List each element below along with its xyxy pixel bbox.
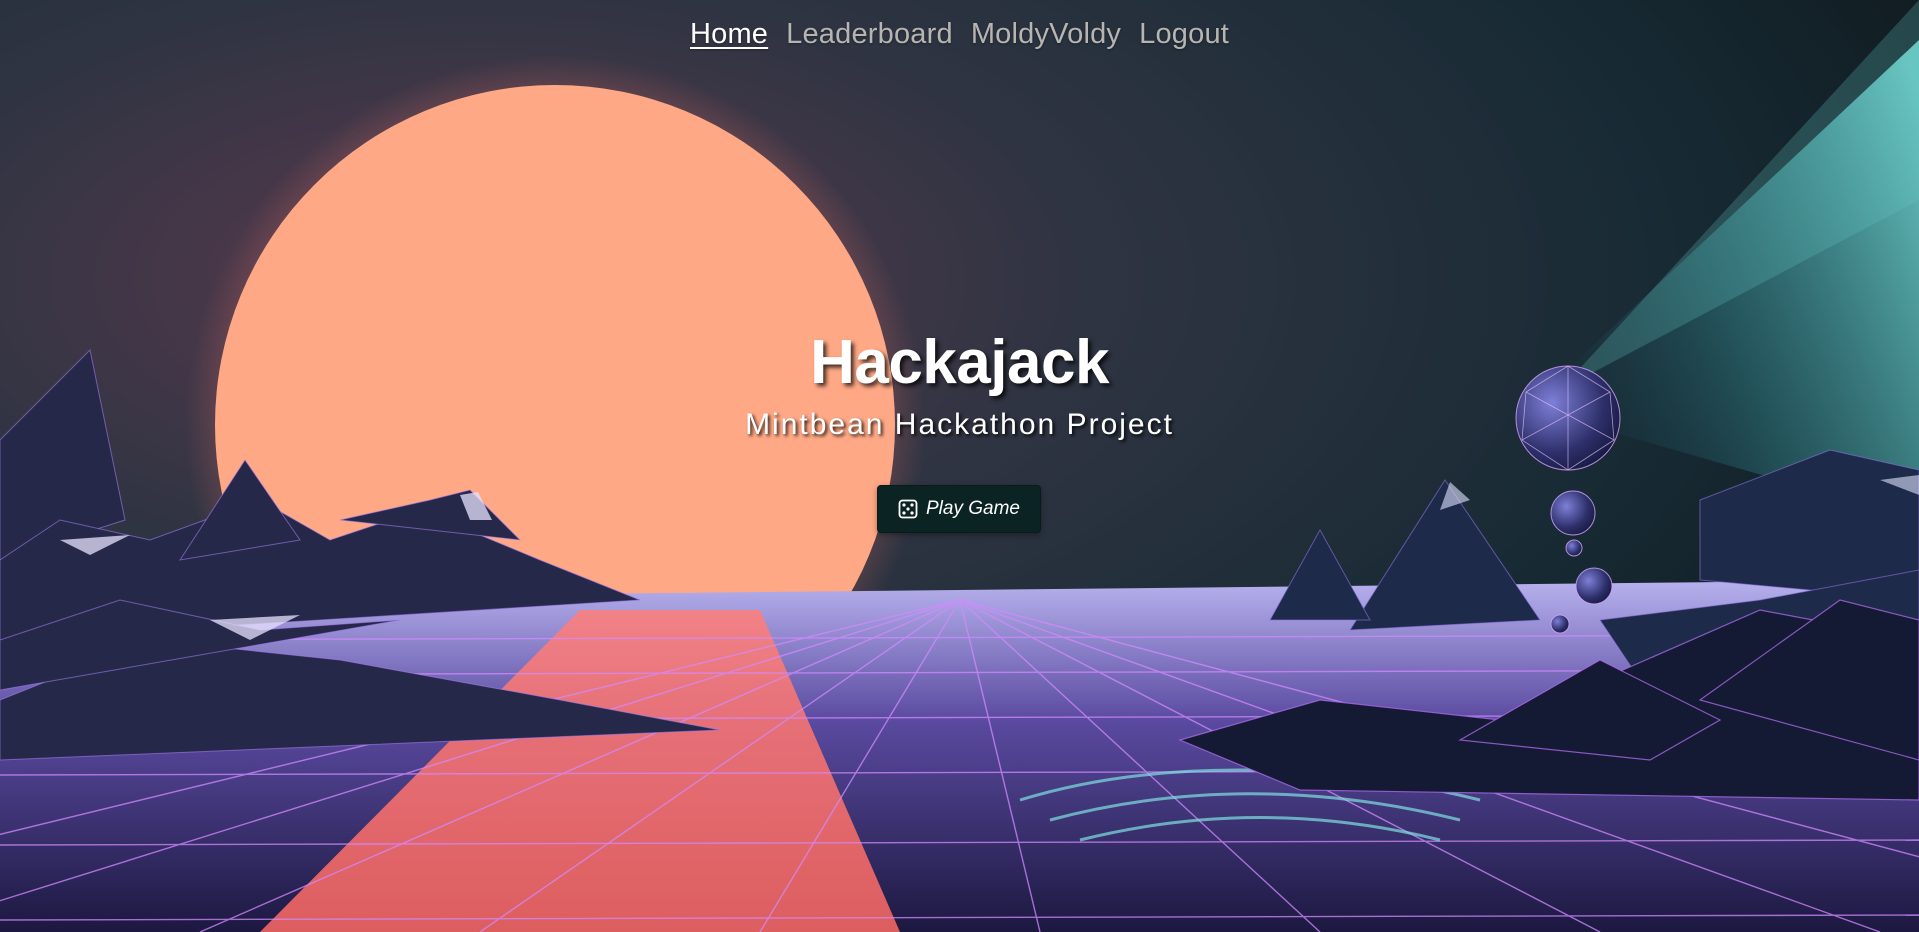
background-image <box>0 0 1919 932</box>
hero: Hackajack Mintbean Hackathon Project <box>0 325 1919 445</box>
nav-link-logout[interactable]: Logout <box>1139 18 1229 51</box>
page-subtitle: Mintbean Hackathon Project <box>745 408 1174 441</box>
play-game-button[interactable]: Play Game <box>877 485 1041 533</box>
nav-link-leaderboard[interactable]: Leaderboard <box>786 18 953 51</box>
nav-link-home[interactable]: Home <box>690 18 768 51</box>
page: Home Leaderboard MoldyVoldy Logout Hacka… <box>0 0 1919 932</box>
play-game-label: Play Game <box>926 498 1020 519</box>
top-nav: Home Leaderboard MoldyVoldy Logout <box>0 18 1919 51</box>
nav-link-profile[interactable]: MoldyVoldy <box>971 18 1121 51</box>
page-title: Hackajack <box>810 328 1109 397</box>
dice-icon <box>898 499 918 519</box>
